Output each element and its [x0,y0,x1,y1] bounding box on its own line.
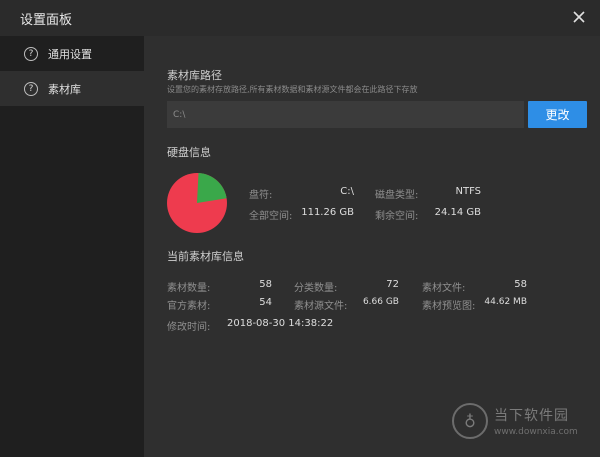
filesystem-label: 磁盘类型: [375,190,419,201]
disk-free-slice [197,173,227,203]
preview-images-label: 素材预览图: [422,301,476,312]
sidebar-item-label: 通用设置 [48,47,92,61]
drive-value: C:\ [340,186,354,197]
window-title: 设置面板 [20,13,73,28]
modified-time-label: 修改时间: [167,322,211,333]
asset-files-label: 素材文件: [422,283,466,294]
preview-images-value: 44.62 MB [484,297,527,307]
filesystem-value: NTFS [455,186,481,197]
source-files-value: 6.66 GB [362,297,399,307]
watermark-text: 当下软件园 [494,408,569,424]
total-space-value: 111.26 GB [301,207,354,218]
official-assets-value: 54 [259,297,272,308]
help-circle-icon: ? [24,46,38,61]
disk-usage-pie [167,173,227,233]
library-settings-panel: 素材库路径 设置您的素材存放路径,所有素材数据和素材源文件都会在此路径下存放 更… [144,36,600,457]
library-path-heading: 素材库路径 [167,69,222,82]
sidebar-item-general[interactable]: ? 通用设置 [0,36,144,71]
source-files-label: 素材源文件: [294,301,348,312]
watermark-logo: ♁ 当下软件园 www.downxia.com [452,403,592,445]
close-icon [573,11,585,23]
category-count-label: 分类数量: [294,283,338,294]
category-count-value: 72 [386,279,399,290]
library-path-input[interactable] [167,101,524,128]
drive-label: 盘符: [249,190,273,201]
asset-count-label: 素材数量: [167,283,211,294]
library-info-heading: 当前素材库信息 [167,250,244,263]
official-assets-label: 官方素材: [167,301,211,312]
free-space-label: 剩余空间: [375,211,419,222]
total-space-label: 全部空间: [249,211,293,222]
library-path-description: 设置您的素材存放路径,所有素材数据和素材源文件都会在此路径下存放 [167,85,418,94]
change-path-button[interactable]: 更改 [528,101,587,128]
asset-count-value: 58 [259,279,272,290]
free-space-value: 24.14 GB [434,207,481,218]
watermark-logo-icon: ♁ [452,403,488,439]
watermark-url: www.downxia.com [494,427,578,437]
close-button[interactable] [566,4,592,30]
disk-info-heading: 硬盘信息 [167,146,211,159]
asset-files-value: 58 [514,279,527,290]
modified-time-value: 2018-08-30 14:38:22 [227,318,334,329]
sidebar-item-label: 素材库 [48,82,81,96]
sidebar: ? 通用设置 ? 素材库 [0,36,144,457]
help-circle-icon: ? [24,81,38,96]
sidebar-item-library[interactable]: ? 素材库 [0,71,144,106]
title-bar: 设置面板 [0,0,600,36]
